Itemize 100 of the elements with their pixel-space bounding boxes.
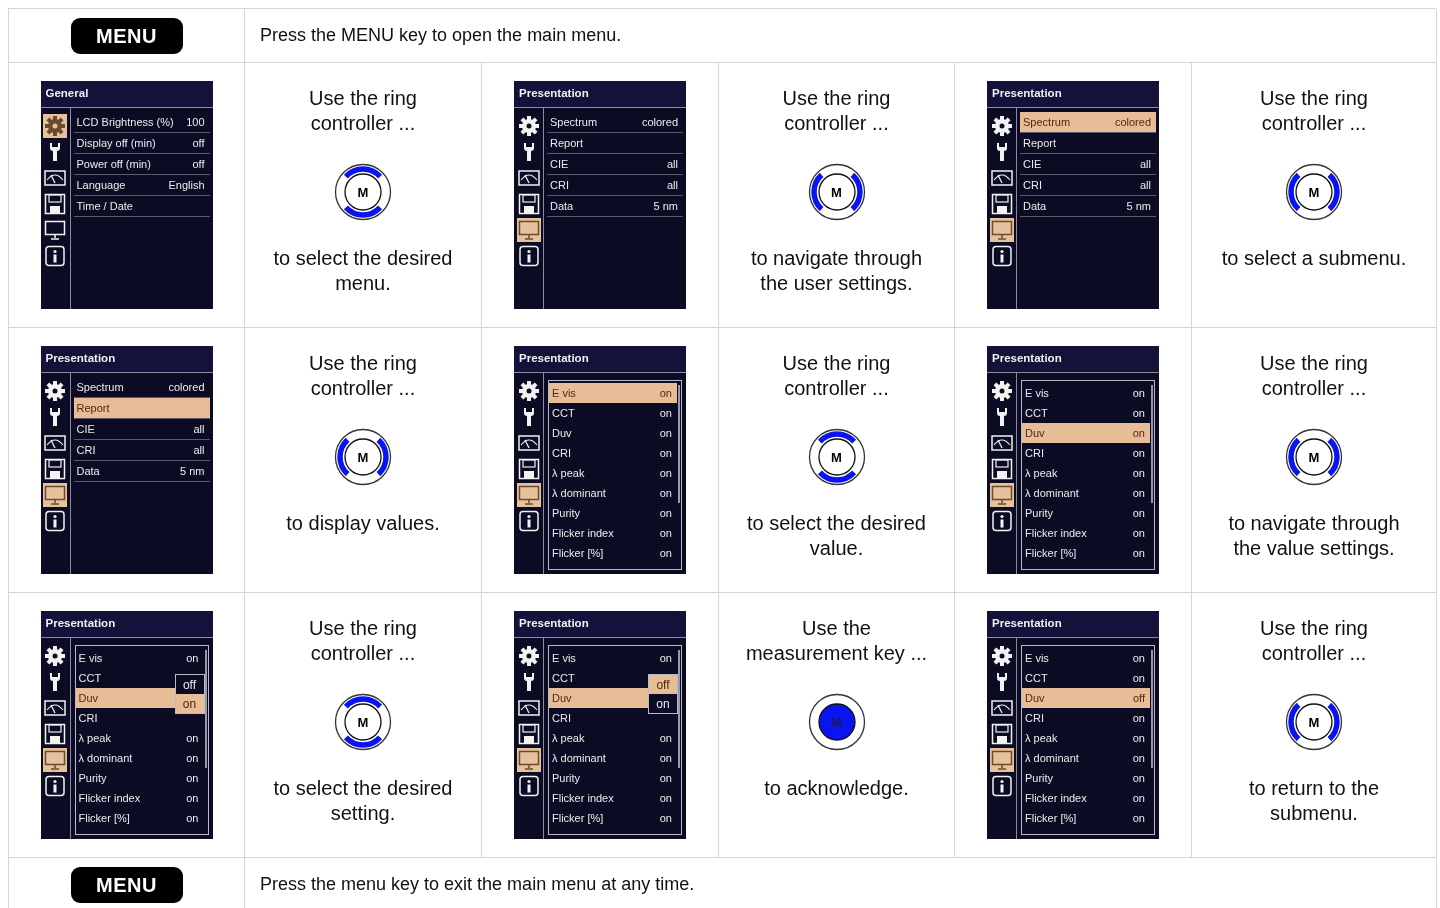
setting-label: λ dominant: [78, 750, 133, 766]
setting-label: CRI: [78, 710, 98, 726]
setting-label: Purity: [1025, 505, 1054, 521]
instruction-text: Use the ring controller ...: [309, 86, 417, 136]
setting-value: on: [659, 505, 673, 521]
setting-label: Data: [76, 463, 100, 479]
setting-value: colored: [641, 114, 679, 130]
instruction-text: Use the ring controller ...: [1260, 86, 1368, 136]
setting-value: on: [659, 790, 673, 806]
instruction-text: to navigate through the value settings.: [1228, 511, 1400, 561]
setting-label: Duv: [552, 690, 572, 706]
instruction-text: Use the ring controller ...: [309, 351, 417, 401]
setting-label: λ dominant: [1025, 750, 1079, 766]
setting-value: on: [186, 810, 200, 826]
setting-label: CRI: [550, 177, 569, 193]
setting-value: on: [1132, 650, 1146, 666]
setting-label: Flicker index: [78, 790, 141, 806]
setting-label: λ peak: [1025, 730, 1058, 746]
key-label: M: [830, 183, 843, 202]
setting-value: on: [659, 750, 673, 766]
key-label: M: [356, 713, 370, 732]
setting-value: on: [1132, 465, 1146, 481]
setting-label: CCT: [552, 405, 575, 421]
setting-value: on: [659, 545, 673, 561]
instruction-text: to select the desired value.: [747, 511, 926, 561]
setting-value: on: [659, 445, 673, 461]
setting-label: CCT: [552, 670, 575, 686]
setting-label: CRI: [1023, 177, 1042, 193]
setting-value: colored: [1114, 114, 1152, 130]
setting-value: 5 nm: [653, 198, 679, 214]
setting-label: Purity: [552, 505, 581, 521]
setting-value: on: [659, 485, 673, 501]
setting-value: all: [667, 177, 679, 193]
setting-label: Spectrum: [76, 379, 124, 395]
setting-label: E vis: [552, 385, 576, 401]
screen-title: General: [40, 81, 213, 107]
screen-title: Presentation: [40, 611, 213, 637]
instruction-text: Use the ring controller ...: [309, 616, 417, 666]
setting-label: Duv: [1025, 690, 1045, 706]
setting-value: all: [193, 421, 206, 437]
setting-value: on: [659, 385, 673, 401]
setting-label: λ dominant: [552, 485, 606, 501]
setting-value: all: [1140, 156, 1152, 172]
setting-value: all: [193, 442, 206, 458]
setting-value: on: [1132, 485, 1146, 501]
setting-value: 5 nm: [180, 463, 206, 479]
setting-label: Duv: [1025, 425, 1045, 441]
setting-value: on: [1132, 750, 1146, 766]
setting-label: Data: [550, 198, 574, 214]
setting-label: Power off (min): [76, 156, 151, 172]
setting-label: CCT: [78, 670, 102, 686]
setting-value: 5 nm: [1126, 198, 1152, 214]
instruction-text: to select the desired setting.: [273, 776, 453, 826]
setting-label: Flicker [%]: [78, 810, 130, 826]
setting-label: Report: [1023, 135, 1057, 151]
instruction-text: to display values.: [286, 511, 440, 536]
setting-value: off: [192, 135, 206, 151]
setting-label: λ dominant: [552, 750, 606, 766]
setting-label: E vis: [552, 650, 576, 666]
instruction-text: to acknowledge.: [764, 776, 909, 801]
instruction-text: Use the ring controller ...: [782, 86, 891, 136]
setting-label: CRI: [1025, 445, 1044, 461]
setting-value: on: [186, 730, 200, 746]
setting-value: off: [192, 156, 206, 172]
setting-value: on: [186, 790, 200, 806]
setting-value: on: [659, 465, 673, 481]
setting-label: Spectrum: [550, 114, 598, 130]
setting-value: on: [659, 405, 673, 421]
setting-label: CIE: [76, 421, 95, 437]
setting-value: on: [1132, 505, 1146, 521]
setting-label: CCT: [1025, 405, 1048, 421]
setting-label: CRI: [1025, 710, 1044, 726]
setting-label: E vis: [1025, 385, 1049, 401]
setting-label: Duv: [78, 690, 99, 706]
setting-value: on: [659, 525, 673, 541]
setting-label: Data: [1023, 198, 1047, 214]
setting-label: Report: [76, 400, 110, 416]
setting-label: Flicker index: [1025, 790, 1087, 806]
setting-value: on: [1132, 730, 1146, 746]
instruction-text: to return to the submenu.: [1248, 776, 1380, 826]
setting-value: on: [1132, 810, 1146, 826]
key-label: M: [830, 713, 843, 732]
instruction-text: Press the MENU key to open the main menu.: [260, 24, 622, 47]
setting-value: on: [1132, 405, 1146, 421]
setting-label: λ peak: [552, 730, 585, 746]
setting-label: Flicker [%]: [552, 810, 604, 826]
instruction-text: to select the desired menu.: [273, 246, 453, 296]
key-label: M: [1307, 713, 1321, 732]
setting-label: λ peak: [1025, 465, 1058, 481]
instruction-text: Use the measurement key ...: [745, 616, 928, 666]
setting-label: Purity: [552, 770, 581, 786]
setting-label: CRI: [76, 442, 96, 458]
setting-value: on: [1132, 525, 1146, 541]
key-label: M: [356, 448, 370, 467]
setting-label: Purity: [1025, 770, 1054, 786]
screen-title: Presentation: [987, 81, 1159, 107]
setting-value: 100: [186, 114, 206, 130]
setting-value: on: [659, 770, 673, 786]
setting-value: on: [1132, 385, 1146, 401]
setting-label: λ dominant: [1025, 485, 1079, 501]
